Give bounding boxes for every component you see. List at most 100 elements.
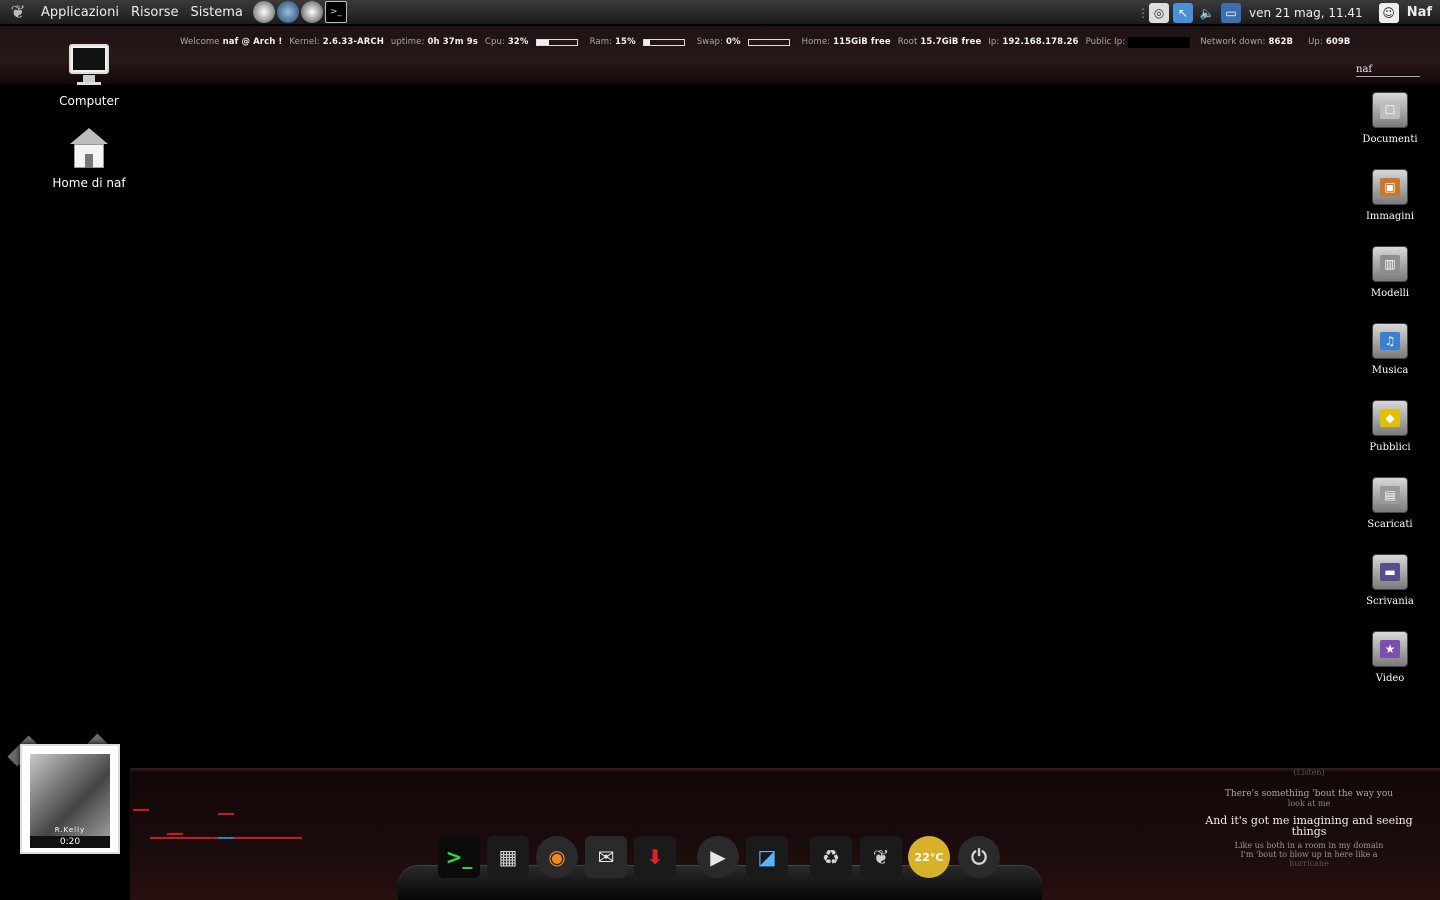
browser-launcher-icon[interactable] [276,1,299,23]
menu-sistema[interactable]: Sistema [184,5,248,20]
swap-label: Swap: [696,37,724,47]
panel-user-name[interactable]: Naf [1407,5,1432,20]
handle-icon: ⋮ [1137,5,1150,20]
music-folder-icon: ♫ [1370,321,1410,361]
search-input[interactable]: naf [1356,64,1420,77]
computer-icon [67,44,111,90]
desktop-icon-musica[interactable]: ♫ Musica [1350,321,1430,376]
volume-icon[interactable]: 🔈 [1197,3,1217,23]
eq-bar [218,813,234,815]
network-down-value: 862B [1268,37,1294,47]
power-icon[interactable]: ⏻ [958,836,1000,878]
home-icon [66,126,112,172]
lyric-line: There's something 'bout the way you [1224,789,1394,799]
cpu-value: 32% [507,37,529,47]
desktop-icon-label: Immagini [1365,211,1415,222]
kernel-value: 2.6.33-ARCH [322,37,384,47]
display-icon[interactable]: ▭ [1221,2,1242,23]
mail-icon[interactable]: ✉ [585,836,627,878]
uptime-value: 0h 37m 9s [427,37,478,47]
desktop-icon-immagini[interactable]: ▣ Immagini [1350,167,1430,222]
network-up-label: Up: [1308,37,1323,47]
root-label: Root [897,37,918,47]
desktop-icon-scrivania[interactable]: ▬ Scrivania [1350,552,1430,607]
lyric-line-current: things [1291,825,1327,838]
eq-bar [167,833,183,835]
home-value: 115GiB free [833,37,891,47]
templates-folder-icon: ▥ [1370,244,1410,284]
ip-value: 192.168.178.26 [1002,37,1079,47]
panel-clock[interactable]: ven 21 mag, 11.41 [1249,6,1363,20]
menu-applicazioni[interactable]: Applicazioni [35,5,125,20]
system-tray: ⋮ ◎ ↖ 🔈 ▭ ven 21 mag, 11.41 ☺ Naf [1137,0,1440,25]
desktop-icon-pubblici[interactable]: ◆ Pubblici [1350,398,1430,453]
desktop-icon-label: Home di naf [52,176,126,190]
desktop-icon-computer[interactable]: Computer [48,44,130,108]
downloads-folder-icon: ▤ [1370,475,1410,515]
terminal-icon[interactable]: >_ [438,836,480,878]
ip-label: Ip: [988,37,1000,47]
eq-bar [150,837,218,839]
conky-stats: Welcome naf @ Arch ! Kernel: 2.6.33-ARCH… [180,36,1358,48]
cpu-label: Cpu: [484,37,505,47]
lyric-line: I'm 'bout to blow up in here like a [1240,850,1378,859]
desktop-icon-label: Computer [59,94,119,108]
cpu-bar [535,38,578,46]
home-label: Home: [801,37,831,47]
software-install-icon[interactable]: ⬇ [634,836,676,878]
desktop-icon-modelli[interactable]: ▥ Modelli [1350,244,1430,299]
video-folder-icon: ★ [1370,629,1410,669]
desktop-icon-label: Scrivania [1366,596,1414,607]
gnome-foot-icon[interactable]: ❦ [7,1,29,23]
desktop-icon-label: Documenti [1362,134,1418,145]
documents-folder-icon: ☐ [1370,90,1410,130]
uptime-label: uptime: [390,37,425,47]
screenlet-launcher-icon[interactable] [252,1,275,23]
firefox-launcher-icon[interactable] [300,1,323,23]
desktop-icon-label: Scaricati [1367,519,1413,530]
cover-artist: R.Kelly [54,826,86,834]
album-cover-widget[interactable]: R.Kelly 0:20 [7,730,132,854]
swap-value: 0% [726,37,741,47]
top-panel: ❦ Applicazioni Risorse Sistema >_ ⋮ ◎ ↖ … [0,0,1440,25]
desktop-folder-icon: ▬ [1370,552,1410,592]
swap-bar [747,38,790,46]
public-ip-label: Public Ip: [1085,37,1126,47]
ram-label: Ram: [589,37,613,47]
image-viewer-icon[interactable]: ◪ [746,836,788,878]
media-player-icon[interactable]: ▶ [697,836,739,878]
weather-icon[interactable]: 22°C [908,836,950,878]
network-manager-icon[interactable]: ↖ [1173,2,1194,23]
desktop-icon-label: Pubblici [1369,442,1411,453]
kernel-label: Kernel: [289,37,320,47]
ram-bar [642,38,685,46]
lyrics-widget: (Listen) There's something 'bout the way… [1196,768,1422,868]
gnome-foot-icon[interactable]: ❦ [860,836,902,878]
public-folder-icon: ◆ [1370,398,1410,438]
desktop-icon-label: Modelli [1370,288,1410,299]
pictures-folder-icon: ▣ [1370,167,1410,207]
trash-icon[interactable]: ♻ [810,836,852,878]
desktop-icon-scaricati[interactable]: ▤ Scaricati [1350,475,1430,530]
screensaver-icon[interactable]: ◎ [1149,2,1170,23]
album-cover-image: R.Kelly [30,754,110,836]
desktop-icon-documenti[interactable]: ☐ Documenti [1350,90,1430,145]
lyric-line: look at me [1287,799,1331,808]
network-up-value: 609B [1325,37,1351,47]
root-value: 15.7GiB free [920,37,982,47]
welcome-value: naf @ Arch ! [222,37,283,47]
desktop-icon-video[interactable]: ★ Video [1350,629,1430,684]
lyric-line: hurricane [1289,859,1329,868]
eq-bar [218,837,234,839]
desktop-icon-label: Video [1375,673,1405,684]
terminal-launcher-icon[interactable]: >_ [324,1,347,23]
welcome-label: Welcome [180,37,220,47]
calculator-icon[interactable]: ▦ [487,836,529,878]
user-avatar-icon[interactable]: ☺ [1378,2,1399,23]
conky-band [0,26,1440,84]
menu-risorse[interactable]: Risorse [125,5,185,20]
eq-bar [234,837,302,839]
desktop-icon-home[interactable]: Home di naf [40,126,138,190]
firefox-icon[interactable]: ◉ [536,836,578,878]
network-down-label: Network down: [1200,37,1266,47]
